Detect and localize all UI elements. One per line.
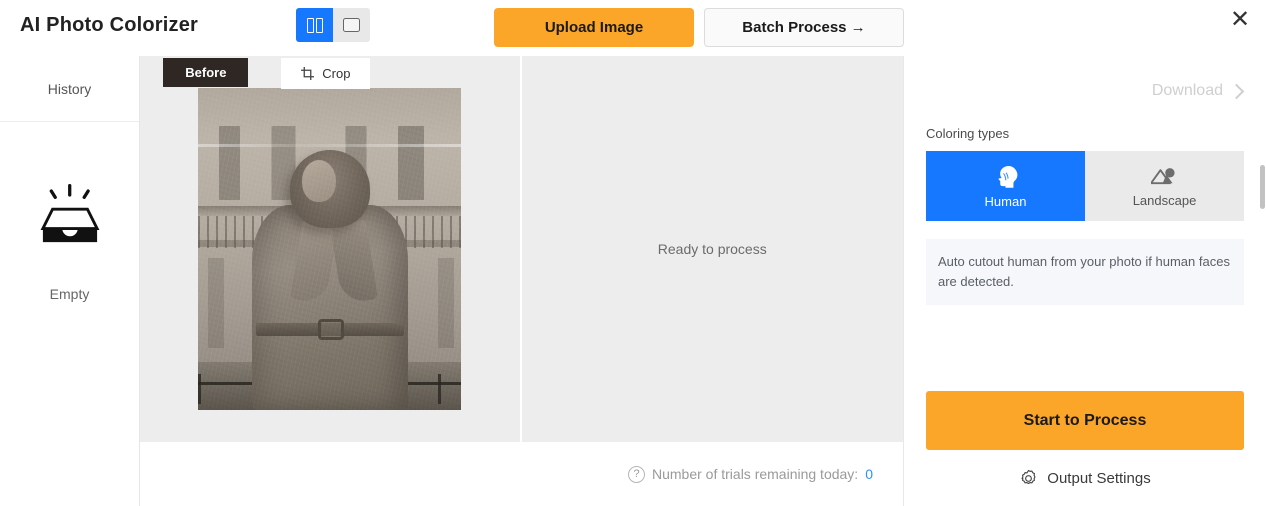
preview-canvas: Before Crop Ready to process ? Number of… [140,56,903,506]
after-pane: Ready to process [522,56,904,442]
single-view-toggle-button[interactable] [333,8,370,42]
crop-icon [301,67,315,80]
before-photo[interactable] [198,88,462,410]
history-empty-state: Empty [0,122,139,506]
settings-scrollbar-thumb[interactable] [1260,165,1265,209]
split-view-icon [306,17,323,33]
crop-label: Crop [322,66,351,81]
settings-panel: Download Coloring types Human Landscape … [903,56,1266,506]
app-body: History Empty Before Crop Ready to proce… [0,56,1266,506]
crop-button[interactable]: Crop [281,58,371,89]
coloring-type-description: Auto cutout human from your photo if hum… [926,239,1244,306]
view-mode-toggle[interactable] [296,8,370,42]
output-settings-button[interactable]: Output Settings [926,450,1244,506]
after-pane-status: Ready to process [657,241,767,257]
gear-icon [1021,469,1036,484]
upload-image-button[interactable]: Upload Image [494,8,694,47]
trials-label: Number of trials remaining today: [652,466,859,482]
coloring-type-landscape[interactable]: Landscape [1085,151,1244,221]
panel-spacer [926,305,1244,391]
page-title: AI Photo Colorizer [20,14,199,36]
question-mark-icon[interactable]: ? [628,465,645,483]
sidebar-item-history[interactable]: History [0,56,139,122]
download-label: Download [1151,82,1223,99]
chevron-right-icon [1228,83,1245,99]
coloring-type-group: Human Landscape [926,151,1244,221]
coloring-type-human-label: Human [984,193,1027,209]
canvas-footer: ? Number of trials remaining today: 0 [140,442,903,506]
close-icon[interactable]: ✕ [1225,5,1255,35]
settings-scrollbar[interactable] [1259,112,1266,506]
before-photo-wrap: Before Crop [163,58,462,410]
download-button[interactable]: Download [926,56,1245,126]
trials-count: 0 [865,466,873,482]
app-window: AI Photo Colorizer Upload Image Batch Pr… [0,0,1266,506]
app-header: AI Photo Colorizer Upload Image Batch Pr… [0,0,1266,56]
mountain-icon [1151,167,1175,184]
empty-tray-icon [40,184,99,243]
photo-sepia-tint [198,88,462,410]
history-sidebar: History Empty [0,56,140,506]
history-empty-label: Empty [49,286,90,302]
split-view-toggle-button[interactable] [296,8,333,42]
human-head-icon [998,165,1018,188]
before-pane: Before Crop [140,56,522,442]
trials-remaining: ? Number of trials remaining today: 0 [628,465,873,483]
single-view-icon [343,18,360,32]
coloring-type-landscape-label: Landscape [1132,192,1197,208]
compare-panes: Before Crop Ready to process [140,56,903,442]
coloring-type-human[interactable]: Human [926,151,1085,221]
before-badge: Before [163,58,249,87]
coloring-types-label: Coloring types [926,126,1010,141]
batch-process-button[interactable]: Batch Process → [704,8,904,47]
start-process-button[interactable]: Start to Process [926,391,1244,450]
output-settings-label: Output Settings [1047,469,1151,487]
